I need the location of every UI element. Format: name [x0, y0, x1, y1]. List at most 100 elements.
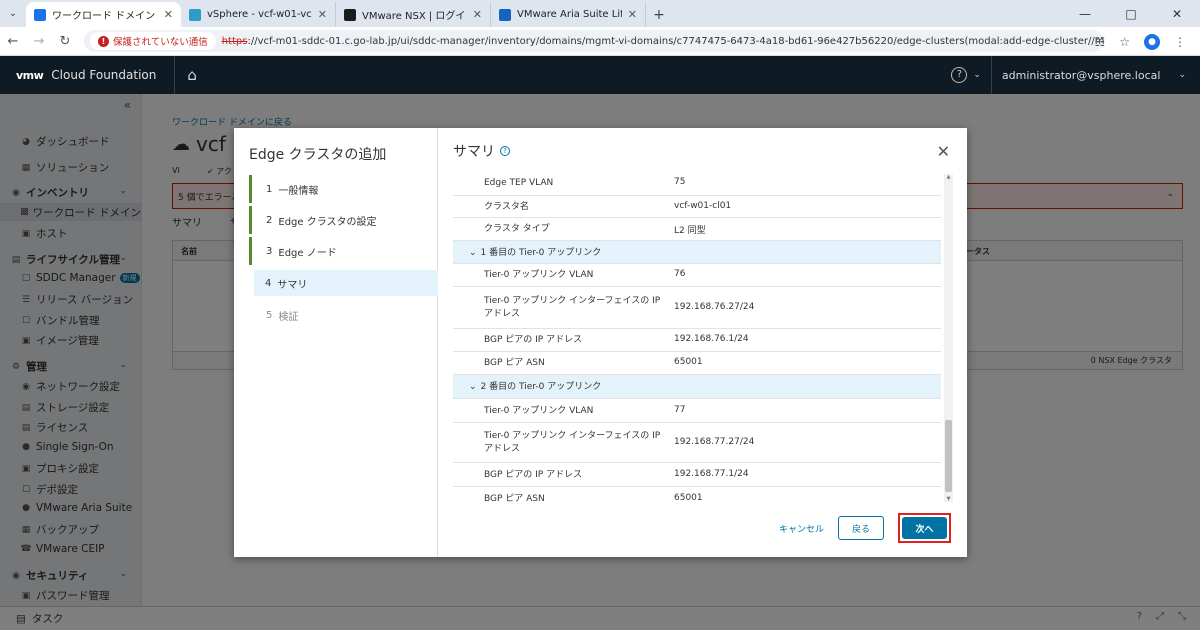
summary-scrollbar[interactable]: ▲ ▼	[944, 174, 953, 502]
maximize-icon[interactable]: □	[1108, 0, 1154, 27]
close-tab-icon[interactable]: ✕	[164, 8, 173, 21]
scroll-down-icon[interactable]: ▼	[944, 496, 953, 502]
help-chevron-icon[interactable]: ⌄	[973, 70, 981, 80]
summary-section-header[interactable]: ⌄ 1 番目の Tier-0 アップリンク	[453, 241, 941, 264]
summary-value: 77	[674, 405, 686, 415]
close-tab-icon[interactable]: ✕	[318, 8, 327, 21]
add-edge-cluster-modal: Edge クラスタの追加 1 一般情報 2 Edge クラスタの設定 3 Edge ノード…	[234, 128, 967, 557]
wizard-footer: キャンセル 戻る 次へ	[779, 513, 951, 543]
summary-value: 192.168.76.27/24	[674, 302, 755, 312]
bookmark-star-icon[interactable]: ☆	[1119, 35, 1130, 49]
scroll-up-icon[interactable]: ▲	[944, 174, 953, 180]
browser-tab-title: VMware NSX | ログイン	[362, 11, 467, 22]
step-label: Edge ノード	[278, 247, 337, 259]
step-label: サマリ	[277, 279, 308, 291]
summary-key: BGP ピア ASN	[484, 494, 545, 503]
summary-key: Edge TEP VLAN	[484, 178, 554, 188]
scroll-thumb[interactable]	[945, 420, 952, 492]
summary-key: Tier-0 アップリンク VLAN	[484, 270, 594, 280]
content-title-text: サマリ	[453, 144, 495, 160]
favicon-icon	[499, 8, 511, 21]
browser-menu-icon[interactable]: ⋮	[1174, 35, 1186, 49]
browser-tab-title: vSphere - vcf-w01-vcf-w01-cl0	[207, 9, 312, 20]
url-omnibox[interactable]: ! 保護されていない通信 https://vcf-m01-sddc-01.c.g…	[84, 30, 1104, 52]
wizard-step[interactable]: 2 Edge クラスタの設定	[249, 206, 438, 234]
warning-icon: !	[98, 35, 109, 47]
summary-row: BGP ピア ASN 65001	[453, 352, 941, 375]
minimize-icon[interactable]: —	[1062, 0, 1108, 27]
summary-key: BGP ピアの IP アドレス	[484, 470, 583, 480]
wizard-step[interactable]: 4 サマリ	[254, 270, 438, 296]
next-button-highlight: 次へ	[898, 513, 951, 543]
user-chevron-icon[interactable]: ⌄	[1178, 70, 1186, 80]
close-window-icon[interactable]: ✕	[1154, 0, 1200, 27]
window-controls: — □ ✕	[1062, 0, 1200, 27]
step-number: 1	[266, 183, 273, 195]
back-button[interactable]: 戻る	[838, 516, 884, 540]
close-tab-icon[interactable]: ✕	[628, 8, 637, 21]
summary-key: Tier-0 アップリンク インターフェイスの IP アドレス	[484, 431, 661, 454]
vmw-logo: vmw	[16, 68, 44, 82]
back-nav-icon[interactable]: ←	[0, 34, 26, 49]
brand-name: Cloud Foundation	[51, 68, 157, 82]
step-label: 検証	[278, 311, 299, 323]
browser-tab-title: ワークロード ドメイン - サービス	[52, 11, 158, 22]
user-menu[interactable]: administrator@vsphere.local	[1002, 69, 1161, 82]
summary-list: Edge TEP VLAN 75 クラスタ名 vcf-w01-cl01 クラスタ タイプ…	[453, 171, 941, 503]
browser-tab-title: VMware Aria Suite Lifecycle	[517, 9, 622, 20]
summary-row: BGP ピアの IP アドレス 192.168.77.1/24	[453, 463, 941, 487]
summary-key: クラスタ名	[484, 202, 529, 212]
step-label: Edge クラスタの設定	[278, 216, 377, 228]
section-chevron-icon[interactable]: ⌄	[469, 382, 477, 392]
browser-tab[interactable]: vSphere - vcf-w01-vcf-w01-cl0 ✕	[181, 2, 336, 27]
tab-search-icon[interactable]: ⌄	[0, 0, 26, 27]
security-warning-chip[interactable]: ! 保護されていない通信	[90, 32, 216, 50]
close-icon[interactable]: ✕	[937, 142, 950, 161]
security-warning-text: 保護されていない通信	[113, 37, 208, 48]
summary-row: Tier-0 アップリンク VLAN 77	[453, 399, 941, 423]
summary-key: BGP ピアの IP アドレス	[484, 335, 583, 345]
favicon-icon	[34, 8, 46, 21]
summary-value: 75	[674, 177, 686, 187]
profile-avatar-icon[interactable]: ●	[1144, 33, 1160, 50]
summary-row: BGP ピアの IP アドレス 192.168.76.1/24	[453, 329, 941, 352]
browser-tab[interactable]: VMware Aria Suite Lifecycle ✕	[491, 2, 646, 27]
summary-key: Tier-0 アップリンク インターフェイスの IP アドレス	[484, 296, 661, 319]
wizard-step[interactable]: 1 一般情報	[249, 175, 438, 203]
info-icon[interactable]: ?	[500, 146, 510, 156]
next-button[interactable]: 次へ	[902, 517, 947, 539]
summary-key: 2 番目の Tier-0 アップリンク	[480, 382, 602, 392]
header-divider	[174, 56, 176, 94]
browser-tab[interactable]: ワークロード ドメイン - サービス ✕	[26, 2, 181, 27]
wizard-step-nav: Edge クラスタの追加 1 一般情報 2 Edge クラスタの設定 3 Edge ノード…	[234, 128, 438, 557]
summary-key: BGP ピア ASN	[484, 358, 545, 368]
home-icon[interactable]: ⌂	[187, 66, 197, 84]
browser-tab[interactable]: VMware NSX | ログイン ✕	[336, 2, 491, 27]
forward-nav-icon[interactable]: →	[26, 34, 52, 49]
summary-row: Tier-0 アップリンク VLAN 76	[453, 264, 941, 287]
step-number: 3	[266, 245, 273, 257]
summary-section-header[interactable]: ⌄ 2 番目の Tier-0 アップリンク	[453, 375, 941, 399]
browser-tab-bar: ⌄ ワークロード ドメイン - サービス✕vSphere - vcf-w01-v…	[0, 0, 1200, 27]
summary-value: 192.168.77.27/24	[674, 437, 755, 447]
step-number: 4	[265, 277, 272, 289]
help-icon[interactable]: ?	[951, 67, 968, 83]
new-tab-button[interactable]: +	[646, 2, 672, 27]
summary-row: BGP ピア ASN 65001	[453, 487, 941, 503]
reload-icon[interactable]: ↻	[52, 34, 78, 49]
summary-key: クラスタ タイプ	[484, 224, 550, 234]
content-title: サマリ ?	[453, 141, 510, 161]
wizard-step[interactable]: 3 Edge ノード	[249, 237, 438, 265]
close-tab-icon[interactable]: ✕	[473, 8, 482, 21]
step-number: 5	[266, 309, 273, 321]
step-number: 2	[266, 214, 273, 226]
translate-icon[interactable]: ☷	[1094, 35, 1105, 49]
summary-value: 65001	[674, 493, 703, 503]
cancel-button[interactable]: キャンセル	[779, 522, 824, 535]
summary-row: クラスタ名 vcf-w01-cl01	[453, 196, 941, 218]
favicon-icon	[189, 8, 201, 21]
wizard-title: Edge クラスタの追加	[249, 147, 387, 163]
summary-row: Tier-0 アップリンク インターフェイスの IP アドレス 192.168.7…	[453, 423, 941, 463]
section-chevron-icon[interactable]: ⌄	[469, 248, 477, 258]
summary-value: 192.168.77.1/24	[674, 469, 749, 479]
